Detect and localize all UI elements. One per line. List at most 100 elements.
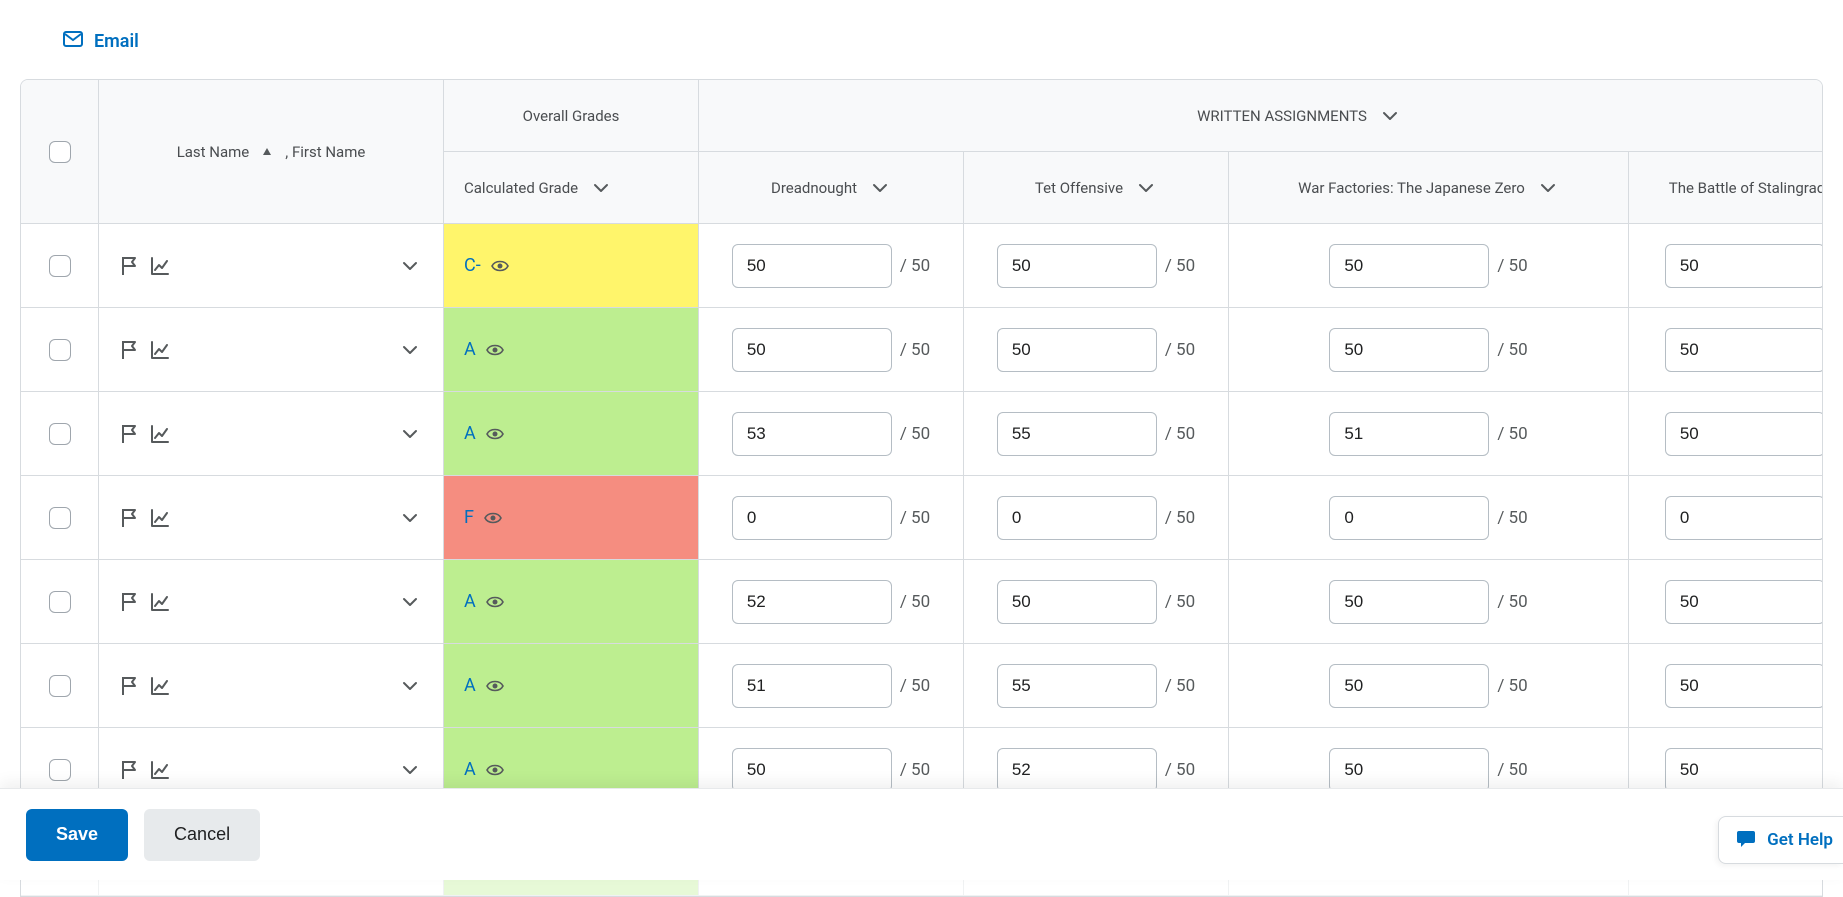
score-input[interactable] [732, 748, 892, 792]
get-help-label: Get Help [1767, 830, 1833, 850]
mail-icon [62, 28, 84, 55]
flag-icon[interactable] [117, 589, 143, 615]
chat-icon [1735, 827, 1757, 854]
score-input[interactable] [1665, 328, 1823, 372]
score-input[interactable] [1329, 328, 1489, 372]
table-row: A/ 50/ 50/ 50/ 50 [21, 392, 1823, 476]
score-denominator: / 50 [1497, 424, 1527, 444]
eye-icon [491, 257, 509, 275]
row-checkbox[interactable] [49, 759, 71, 781]
flag-icon[interactable] [117, 421, 143, 447]
row-menu-button[interactable] [399, 675, 421, 697]
score-denominator: / 50 [1497, 508, 1527, 528]
chart-icon[interactable] [147, 589, 173, 615]
score-input[interactable] [732, 664, 892, 708]
calculated-grade-cell[interactable]: A [444, 308, 698, 391]
flag-icon[interactable] [117, 505, 143, 531]
score-denominator: / 50 [900, 340, 930, 360]
calculated-grade-header[interactable]: Calculated Grade [444, 152, 698, 223]
score-input[interactable] [732, 328, 892, 372]
get-help-button[interactable]: Get Help [1718, 816, 1843, 864]
score-input[interactable] [997, 328, 1157, 372]
chart-icon[interactable] [147, 337, 173, 363]
grade-letter: A [464, 591, 476, 612]
score-input[interactable] [997, 664, 1157, 708]
name-column-header[interactable]: Last Name , First Name [99, 80, 443, 223]
email-link-label: Email [94, 31, 139, 52]
calculated-grade-cell[interactable]: A [444, 560, 698, 643]
score-input[interactable] [1329, 580, 1489, 624]
score-input[interactable] [732, 412, 892, 456]
calculated-grade-cell[interactable]: A [444, 644, 698, 727]
flag-icon[interactable] [117, 757, 143, 783]
footer-bar: Save Cancel [0, 788, 1843, 880]
chevron-down-icon [590, 177, 612, 199]
chevron-down-icon [869, 177, 891, 199]
score-denominator: / 50 [1165, 676, 1195, 696]
row-menu-button[interactable] [399, 423, 421, 445]
score-denominator: / 50 [900, 592, 930, 612]
score-input[interactable] [997, 748, 1157, 792]
sort-asc-icon [261, 146, 273, 158]
assignment-header[interactable]: War Factories: The Japanese Zero [1229, 152, 1628, 223]
table-row: F/ 50/ 50/ 50/ 50 [21, 476, 1823, 560]
row-menu-button[interactable] [399, 255, 421, 277]
row-checkbox[interactable] [49, 675, 71, 697]
score-input[interactable] [1665, 244, 1823, 288]
score-denominator: / 50 [1165, 760, 1195, 780]
calculated-grade-cell[interactable]: A [444, 392, 698, 475]
save-button[interactable]: Save [26, 809, 128, 861]
eye-icon [486, 425, 504, 443]
score-input[interactable] [1665, 496, 1823, 540]
select-all-checkbox[interactable] [49, 141, 71, 163]
score-input[interactable] [732, 244, 892, 288]
email-link[interactable]: Email [62, 28, 139, 55]
row-menu-button[interactable] [399, 591, 421, 613]
score-input[interactable] [1665, 664, 1823, 708]
assignment-group-header[interactable]: WRITTEN ASSIGNMENTS [699, 80, 1823, 151]
score-input[interactable] [1329, 496, 1489, 540]
row-checkbox[interactable] [49, 423, 71, 445]
assignment-header[interactable]: The Battle of Stalingrad [1629, 152, 1823, 223]
score-input[interactable] [1329, 412, 1489, 456]
chevron-down-icon [1135, 177, 1157, 199]
flag-icon[interactable] [117, 337, 143, 363]
score-input[interactable] [1329, 664, 1489, 708]
score-input[interactable] [1665, 580, 1823, 624]
assignment-header[interactable]: Tet Offensive [964, 152, 1228, 223]
score-input[interactable] [997, 412, 1157, 456]
grade-letter: A [464, 675, 476, 696]
row-menu-button[interactable] [399, 759, 421, 781]
row-checkbox[interactable] [49, 255, 71, 277]
score-input[interactable] [997, 580, 1157, 624]
score-input[interactable] [732, 496, 892, 540]
score-input[interactable] [1665, 748, 1823, 792]
score-input[interactable] [1329, 244, 1489, 288]
chart-icon[interactable] [147, 253, 173, 279]
chart-icon[interactable] [147, 421, 173, 447]
chart-icon[interactable] [147, 673, 173, 699]
cancel-button[interactable]: Cancel [144, 809, 260, 861]
chart-icon[interactable] [147, 757, 173, 783]
calculated-grade-cell[interactable]: C- [444, 224, 698, 307]
table-row: A/ 50/ 50/ 50/ 50 [21, 644, 1823, 728]
calculated-grade-label: Calculated Grade [464, 179, 578, 197]
chart-icon[interactable] [147, 505, 173, 531]
score-input[interactable] [997, 496, 1157, 540]
assignment-header[interactable]: Dreadnought [699, 152, 963, 223]
row-menu-button[interactable] [399, 339, 421, 361]
score-input[interactable] [732, 580, 892, 624]
score-input[interactable] [997, 244, 1157, 288]
score-input[interactable] [1665, 412, 1823, 456]
flag-icon[interactable] [117, 673, 143, 699]
row-checkbox[interactable] [49, 507, 71, 529]
row-checkbox[interactable] [49, 339, 71, 361]
grade-letter: F [464, 507, 474, 528]
flag-icon[interactable] [117, 253, 143, 279]
row-checkbox[interactable] [49, 591, 71, 613]
row-menu-button[interactable] [399, 507, 421, 529]
score-input[interactable] [1329, 748, 1489, 792]
table-row: A/ 50/ 50/ 50/ 50 [21, 560, 1823, 644]
calculated-grade-cell[interactable]: F [444, 476, 698, 559]
score-denominator: / 50 [1165, 340, 1195, 360]
